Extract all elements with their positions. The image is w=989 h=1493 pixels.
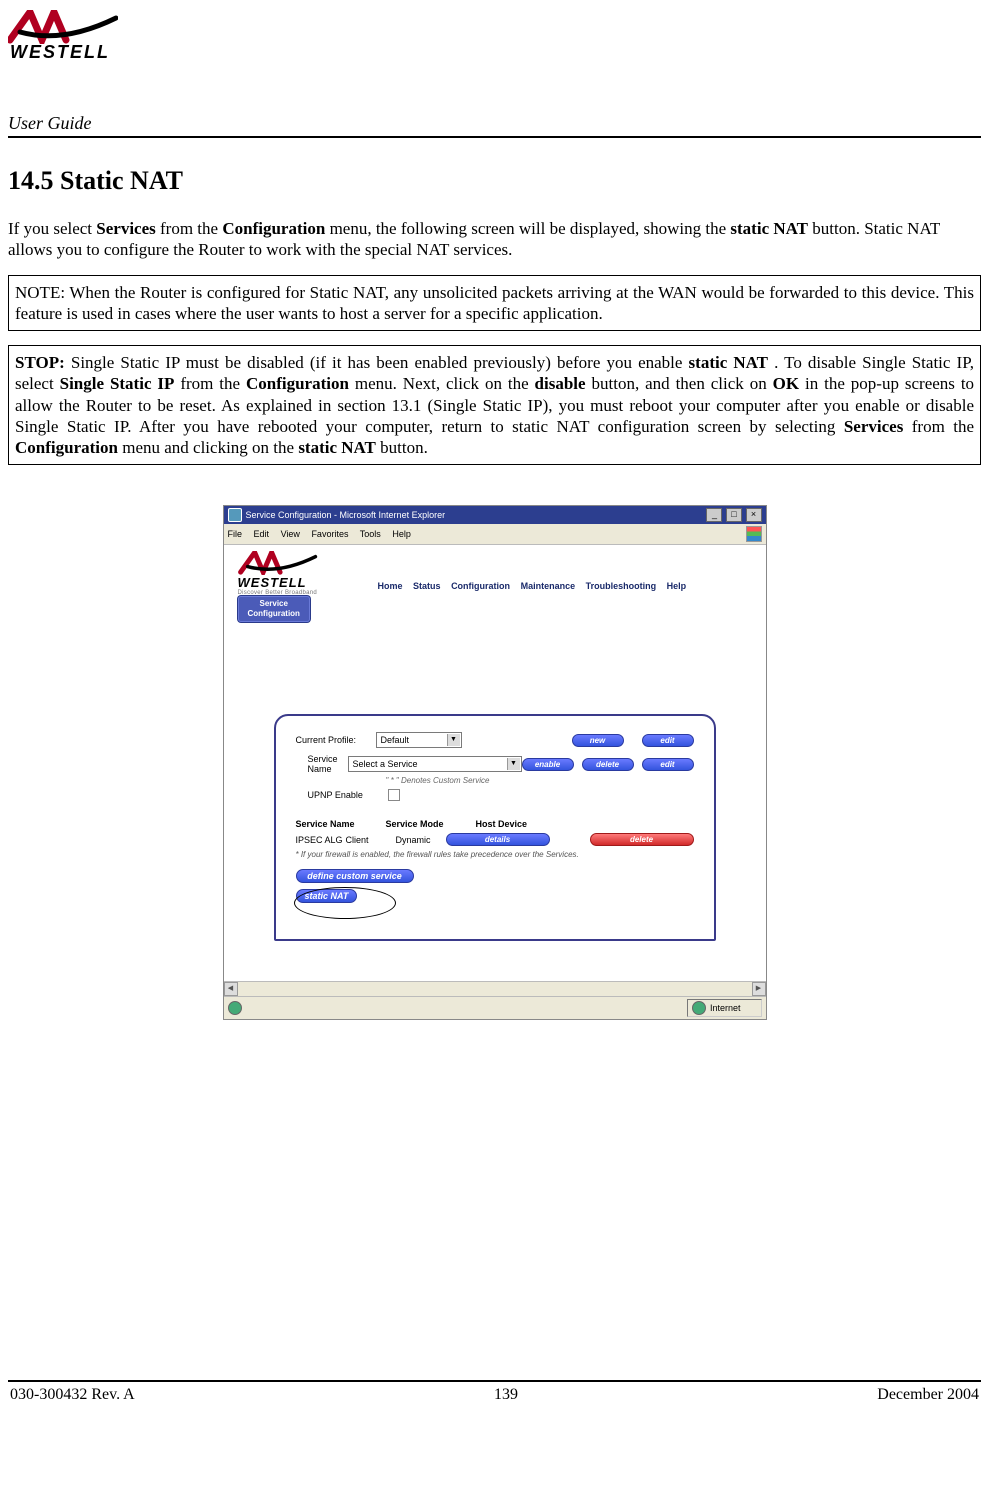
text: from the	[912, 417, 974, 436]
td-service-name: IPSEC ALG	[296, 835, 346, 845]
select-value: Select a Service	[353, 759, 418, 769]
menu-help[interactable]: Help	[392, 529, 411, 539]
text-bold: Configuration	[246, 374, 349, 393]
text-bold: Services	[844, 417, 903, 436]
service-name-select[interactable]: Select a Service	[348, 756, 522, 772]
page-footer: 030-300432 Rev. A 139 December 2004	[8, 1382, 981, 1404]
internet-zone-icon	[692, 1001, 706, 1015]
note-box: NOTE: When the Router is configured for …	[8, 275, 981, 332]
breadcrumb-service-configuration[interactable]: Service Configuration	[238, 596, 310, 622]
current-profile-select[interactable]: Default	[376, 732, 462, 748]
footer-right: December 2004	[877, 1386, 979, 1404]
window-title: Service Configuration - Microsoft Intern…	[246, 510, 446, 520]
logo-swoosh-icon	[8, 10, 118, 44]
annotation-circle	[294, 887, 396, 919]
text: menu, the following screen will be displ…	[330, 219, 731, 238]
nav-status[interactable]: Status	[413, 581, 441, 591]
td-service-mode: Client	[346, 835, 396, 845]
nav-home[interactable]: Home	[378, 581, 403, 591]
globe-icon	[228, 1001, 242, 1015]
text: button, and then click on	[592, 374, 773, 393]
section-heading: 14.5 Static NAT	[8, 166, 981, 196]
upnp-enable-checkbox[interactable]	[388, 789, 400, 801]
header-title: User Guide	[8, 113, 981, 134]
horizontal-scrollbar[interactable]	[224, 981, 766, 996]
th-service-mode: Service Mode	[386, 819, 476, 829]
text-bold: static NAT	[298, 438, 376, 457]
current-profile-label: Current Profile:	[296, 735, 376, 745]
text-bold: OK	[773, 374, 799, 393]
menu-edit[interactable]: Edit	[254, 529, 270, 539]
zone-label: Internet	[710, 1003, 741, 1013]
page-logo: WESTELL Discover Better Broadband	[238, 551, 368, 596]
header-rule	[8, 136, 981, 138]
custom-service-note: " * " Denotes Custom Service	[386, 776, 694, 785]
crumb-line: Configuration	[248, 609, 300, 619]
text-bold: disable	[535, 374, 586, 393]
text-bold: static NAT	[689, 353, 768, 372]
nav-configuration[interactable]: Configuration	[451, 581, 510, 591]
stop-box: STOP: Single Static IP must be disabled …	[8, 345, 981, 465]
text: button.	[380, 438, 428, 457]
stop-lead: STOP:	[15, 353, 65, 372]
edit-button[interactable]: edit	[642, 734, 694, 747]
text: Single Static IP must be disabled (if it…	[71, 353, 689, 372]
security-zone: Internet	[687, 999, 762, 1017]
minimize-icon[interactable]: _	[706, 508, 722, 522]
edit-button-2[interactable]: edit	[642, 758, 694, 771]
maximize-icon[interactable]: □	[726, 508, 742, 522]
upnp-enable-label: UPNP Enable	[308, 790, 388, 800]
define-custom-service-button[interactable]: define custom service	[296, 869, 414, 883]
text-bold: Configuration	[222, 219, 325, 238]
text-bold: Services	[96, 219, 155, 238]
details-button[interactable]: details	[446, 833, 550, 846]
text: menu and clicking on the	[122, 438, 298, 457]
logo-swoosh-icon	[238, 551, 318, 575]
logo-text: WESTELL	[8, 42, 118, 63]
nav-maintenance[interactable]: Maintenance	[521, 581, 576, 591]
delete-row-button[interactable]: delete	[590, 833, 694, 846]
nav-troubleshooting[interactable]: Troubleshooting	[586, 581, 657, 591]
text-bold: Configuration	[15, 438, 118, 457]
text: menu. Next, click on the	[355, 374, 535, 393]
crumb-line: Service	[248, 599, 300, 609]
td-host-device: Dynamic	[396, 835, 446, 845]
th-host-device: Host Device	[476, 819, 566, 829]
service-config-panel: Current Profile: Default new edit Servic…	[274, 714, 716, 941]
firewall-note: * If your firewall is enabled, the firew…	[296, 850, 694, 859]
windows-flag-icon	[746, 526, 762, 542]
screenshot-window: Service Configuration - Microsoft Intern…	[223, 505, 767, 1020]
menu-view[interactable]: View	[281, 529, 300, 539]
menu-tools[interactable]: Tools	[360, 529, 381, 539]
top-nav: Home Status Configuration Maintenance Tr…	[378, 551, 752, 591]
table-row: IPSEC ALG Client Dynamic details delete	[296, 833, 694, 846]
intro-paragraph: If you select Services from the Configur…	[8, 218, 981, 261]
text: from the	[160, 219, 222, 238]
window-statusbar: Internet	[224, 996, 766, 1019]
close-icon[interactable]: ×	[746, 508, 762, 522]
text: If you select	[8, 219, 96, 238]
footer-center: 139	[494, 1386, 518, 1404]
nav-help[interactable]: Help	[667, 581, 687, 591]
footer-left: 030-300432 Rev. A	[10, 1386, 135, 1404]
text-bold: Single Static IP	[60, 374, 175, 393]
th-service-name: Service Name	[296, 819, 386, 829]
text: from the	[180, 374, 246, 393]
page-logo-text: WESTELL	[238, 575, 368, 590]
service-name-label: Service Name	[308, 754, 348, 774]
window-menubar: File Edit View Favorites Tools Help	[224, 524, 766, 545]
window-titlebar: Service Configuration - Microsoft Intern…	[224, 506, 766, 524]
new-button[interactable]: new	[572, 734, 624, 747]
menu-favorites[interactable]: Favorites	[311, 529, 348, 539]
select-value: Default	[381, 735, 410, 745]
westell-logo: WESTELL	[8, 10, 118, 63]
text-bold: static NAT	[730, 219, 808, 238]
menu-file[interactable]: File	[228, 529, 243, 539]
note-text: NOTE: When the Router is configured for …	[15, 283, 974, 323]
delete-button[interactable]: delete	[582, 758, 634, 771]
service-table-header: Service Name Service Mode Host Device	[296, 819, 694, 829]
enable-button[interactable]: enable	[522, 758, 574, 771]
ie-icon	[228, 508, 242, 522]
